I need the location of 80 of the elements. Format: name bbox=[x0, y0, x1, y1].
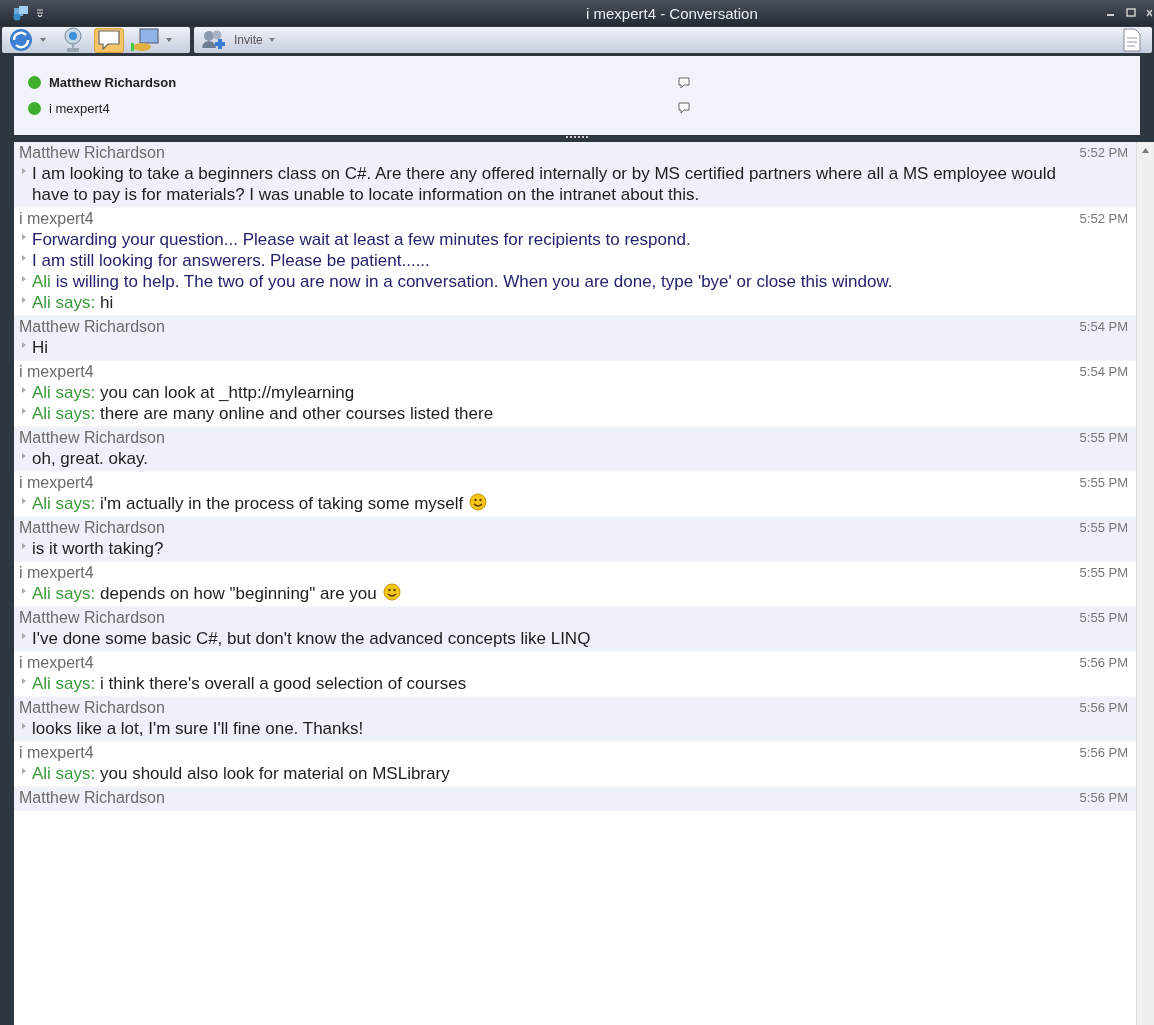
message-text: Ali says: i think there's overall a good selection of courses bbox=[32, 673, 467, 694]
maximize-icon[interactable] bbox=[1126, 8, 1136, 18]
timestamp: 5:55 PM bbox=[1079, 474, 1128, 492]
message-text: Hi bbox=[32, 337, 49, 358]
timestamp: 5:56 PM bbox=[1079, 654, 1128, 672]
caret-icon[interactable] bbox=[40, 38, 46, 42]
document-icon[interactable] bbox=[1122, 27, 1142, 53]
message-text: I am looking to take a beginners class on C#. Are there any offered internally or by MS certified partners where all a MS employee would have to pay is for materials? I was unable to locate information on the intranet about this. bbox=[32, 163, 1057, 205]
bullet-icon bbox=[22, 588, 26, 594]
app-icon[interactable] bbox=[12, 5, 30, 21]
sender-name: i mexpert4 bbox=[19, 563, 94, 583]
bullet-icon bbox=[22, 408, 26, 414]
message-text: Ali says: you can look at _http://mylearning bbox=[32, 382, 355, 403]
speech-bubble-icon[interactable] bbox=[677, 75, 691, 90]
sender-name: Matthew Richardson bbox=[19, 428, 165, 448]
message-text: Forwarding your question... Please wait at least a few minutes for recipients to respond. bbox=[32, 229, 691, 250]
people-add-icon bbox=[200, 28, 228, 52]
scroll-up-icon[interactable] bbox=[1142, 148, 1149, 153]
chat-button[interactable] bbox=[94, 27, 124, 53]
timestamp: 5:54 PM bbox=[1079, 318, 1128, 336]
message-text: Ali says: depends on how "beginning" are you bbox=[32, 583, 377, 604]
menu-icon[interactable] bbox=[36, 9, 44, 17]
message-text: Ali says: you should also look for material on MSLibrary bbox=[32, 763, 450, 784]
timestamp: 5:52 PM bbox=[1079, 144, 1128, 162]
message-text: oh, great. okay. bbox=[32, 448, 148, 469]
message-text: I've done some basic C#, but don't know the advanced concepts like LINQ bbox=[32, 628, 591, 649]
timestamp: 5:55 PM bbox=[1079, 519, 1128, 537]
message-text: looks like a lot, I'm sure I'll fine one. Thanks! bbox=[32, 718, 364, 739]
sender-name: Matthew Richardson bbox=[19, 608, 165, 628]
bullet-icon bbox=[22, 276, 26, 282]
bullet-icon bbox=[22, 633, 26, 639]
scrollbar[interactable] bbox=[1136, 142, 1154, 1025]
message-text: Ali says: there are many online and other courses listed there bbox=[32, 403, 494, 424]
participant-name[interactable]: Matthew Richardson bbox=[49, 73, 177, 93]
bullet-icon bbox=[22, 723, 26, 729]
monitor-icon[interactable] bbox=[130, 27, 160, 53]
close-icon[interactable] bbox=[1146, 8, 1152, 18]
bullet-icon bbox=[22, 255, 26, 261]
bullet-icon bbox=[22, 387, 26, 393]
sender-name: i mexpert4 bbox=[19, 743, 94, 763]
sender-name: i mexpert4 bbox=[19, 473, 94, 493]
timestamp: 5:56 PM bbox=[1079, 789, 1128, 807]
invite-button[interactable]: Invite bbox=[200, 28, 275, 52]
bullet-icon bbox=[22, 768, 26, 774]
caret-icon bbox=[268, 38, 275, 42]
sender-name: Matthew Richardson bbox=[19, 698, 165, 718]
window-title: i mexpert4 - Conversation bbox=[586, 4, 758, 24]
phone-icon[interactable] bbox=[8, 27, 34, 53]
bullet-icon bbox=[22, 678, 26, 684]
timestamp: 5:52 PM bbox=[1079, 210, 1128, 228]
sender-name: Matthew Richardson bbox=[19, 143, 165, 163]
timestamp: 5:55 PM bbox=[1079, 429, 1128, 447]
bullet-icon bbox=[22, 498, 26, 504]
speech-bubble-icon[interactable] bbox=[677, 101, 691, 116]
timestamp: 5:56 PM bbox=[1079, 744, 1128, 762]
bullet-icon bbox=[22, 543, 26, 549]
message-text: Ali is willing to help. The two of you are now in a conversation. When you are done, type 'bye' or close this window. bbox=[32, 271, 893, 292]
bullet-icon bbox=[22, 234, 26, 240]
bullet-icon bbox=[22, 168, 26, 174]
sender-name: i mexpert4 bbox=[19, 209, 94, 229]
sender-name: i mexpert4 bbox=[19, 653, 94, 673]
timestamp: 5:55 PM bbox=[1079, 564, 1128, 582]
message-text: I am still looking for answerers. Please be patient...... bbox=[32, 250, 430, 271]
caret-icon[interactable] bbox=[166, 38, 172, 42]
sender-name: Matthew Richardson bbox=[19, 788, 165, 808]
bullet-icon bbox=[22, 297, 26, 303]
message-text: Ali says: hi bbox=[32, 292, 114, 313]
bullet-icon bbox=[22, 342, 26, 348]
message-text: is it worth taking? bbox=[32, 538, 164, 559]
timestamp: 5:55 PM bbox=[1079, 609, 1128, 627]
sender-name: i mexpert4 bbox=[19, 362, 94, 382]
participant-name[interactable]: i mexpert4 bbox=[49, 98, 110, 118]
timestamp: 5:56 PM bbox=[1079, 699, 1128, 717]
speech-bubble-icon bbox=[97, 29, 121, 51]
webcam-icon[interactable] bbox=[62, 26, 84, 54]
sender-name: Matthew Richardson bbox=[19, 317, 165, 337]
sender-name: Matthew Richardson bbox=[19, 518, 165, 538]
message-text: Ali says: i'm actually in the process of taking some myself bbox=[32, 493, 464, 514]
timestamp: 5:54 PM bbox=[1079, 363, 1128, 381]
bullet-icon bbox=[22, 453, 26, 459]
